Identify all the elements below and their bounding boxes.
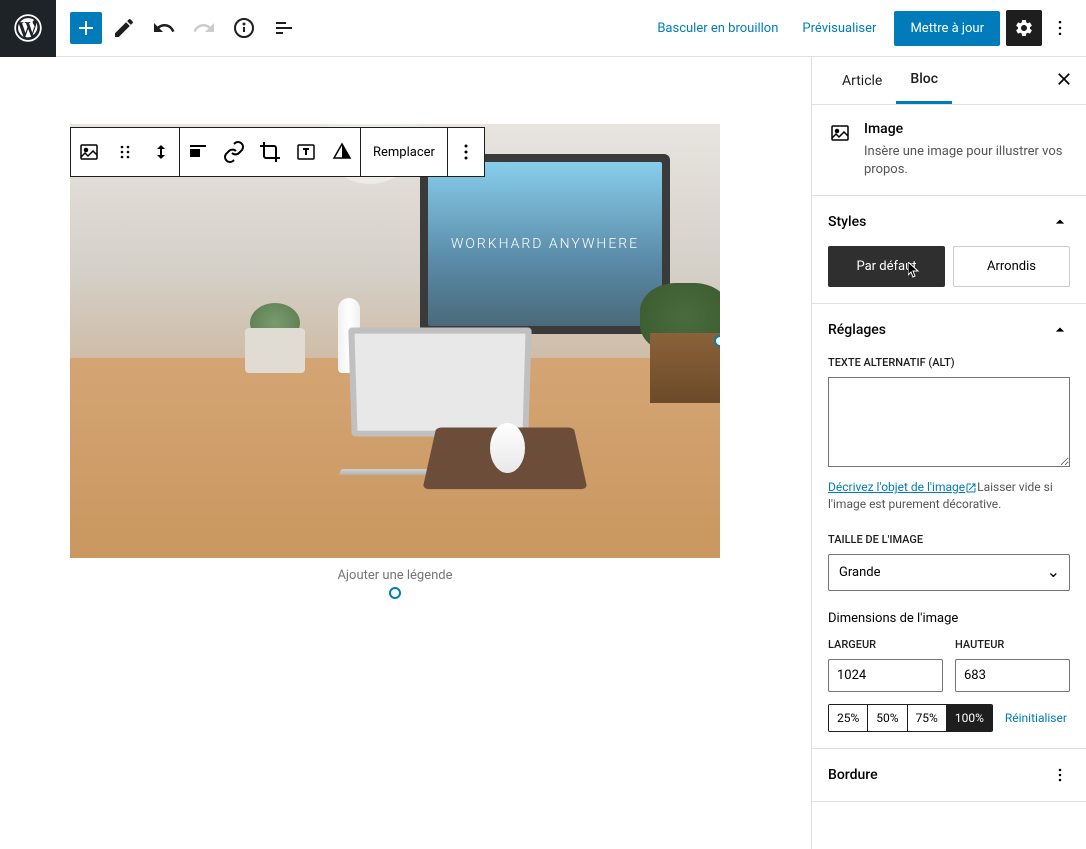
reset-button[interactable]: Réinitialiser [1005,711,1067,725]
edit-mode-button[interactable] [106,10,142,46]
close-panel-button[interactable] [1052,69,1076,93]
tab-block[interactable]: Bloc [896,57,952,104]
crop-button[interactable] [252,128,288,176]
image-block[interactable]: WORKHARD ANYWHERE Ajouter une légende [70,124,720,593]
update-button[interactable]: Mettre à jour [894,11,1000,46]
tab-article[interactable]: Article [828,57,896,104]
resize-handle-right[interactable] [714,335,720,347]
redo-button[interactable] [186,10,222,46]
styles-title: Styles [828,214,866,230]
alt-text-input[interactable] [828,377,1070,467]
block-description-panel: Image Insère une image pour illustrer vo… [812,105,1086,196]
style-default-button[interactable]: Par défaut [828,246,945,287]
settings-panel: Réglages TEXTE ALTERNATIF (ALT) Décrivez… [812,304,1086,748]
pct-75-button[interactable]: 75% [908,705,947,731]
switch-to-draft-button[interactable]: Basculer en brouillon [645,13,790,44]
more-options-button[interactable] [1042,10,1078,46]
duotone-button[interactable] [324,128,360,176]
border-title: Bordure [828,767,878,783]
width-label: LARGEUR [828,638,943,651]
alt-help-link[interactable]: Décrivez l'objet de l'image [828,480,977,494]
image-size-select[interactable]: Grande [828,554,1070,591]
width-input[interactable] [828,659,943,692]
settings-header[interactable]: Réglages [828,320,1070,340]
styles-header[interactable]: Styles [828,212,1070,232]
block-description: Insère une image pour illustrer vos prop… [864,143,1070,179]
chevron-up-icon [1050,320,1070,340]
pct-25-button[interactable]: 25% [829,705,868,731]
outline-button[interactable] [266,10,302,46]
pct-100-button[interactable]: 100% [947,705,992,731]
align-button[interactable] [180,128,216,176]
preview-button[interactable]: Prévisualiser [790,13,888,44]
dimensions-title: Dimensions de l'image [828,611,1070,626]
alt-help-text: Décrivez l'objet de l'imageLaisser vide … [828,479,1070,513]
settings-title: Réglages [828,322,886,338]
move-arrows-icon[interactable] [143,128,179,176]
info-button[interactable] [226,10,262,46]
editor-canvas[interactable]: WORKHARD ANYWHERE Ajouter une légende [0,57,811,849]
wordpress-logo[interactable] [0,0,56,57]
replace-button[interactable]: Remplacer [361,128,447,176]
style-rounded-button[interactable]: Arrondis [953,246,1070,287]
styles-panel: Styles Par défaut Arrondis [812,196,1086,304]
height-input[interactable] [955,659,1070,692]
border-header[interactable]: Bordure [828,765,1070,785]
alt-text-label: TEXTE ALTERNATIF (ALT) [828,356,1070,369]
settings-button[interactable] [1006,10,1042,46]
block-toolbar: Remplacer [70,127,485,177]
drag-handle-icon[interactable] [107,128,143,176]
image-size-label: TAILLE DE L'IMAGE [828,533,1070,546]
top-toolbar: Basculer en brouillon Prévisualiser Mett… [0,0,1086,57]
chevron-up-icon [1050,212,1070,232]
resize-handle-bottom[interactable] [389,587,401,599]
add-block-button[interactable] [70,12,102,44]
height-label: HAUTEUR [955,638,1070,651]
percentage-group: 25% 50% 75% 100% [828,704,993,732]
link-button[interactable] [216,128,252,176]
block-type-icon[interactable] [71,128,107,176]
image-icon [828,121,852,145]
more-vertical-icon [1050,765,1070,785]
text-overlay-button[interactable] [288,128,324,176]
border-panel: Bordure [812,748,1086,802]
block-more-options[interactable] [448,128,484,176]
pct-50-button[interactable]: 50% [868,705,907,731]
block-title: Image [864,121,1070,137]
settings-sidebar: Article Bloc Image Insère une image pour… [811,57,1086,849]
undo-button[interactable] [146,10,182,46]
